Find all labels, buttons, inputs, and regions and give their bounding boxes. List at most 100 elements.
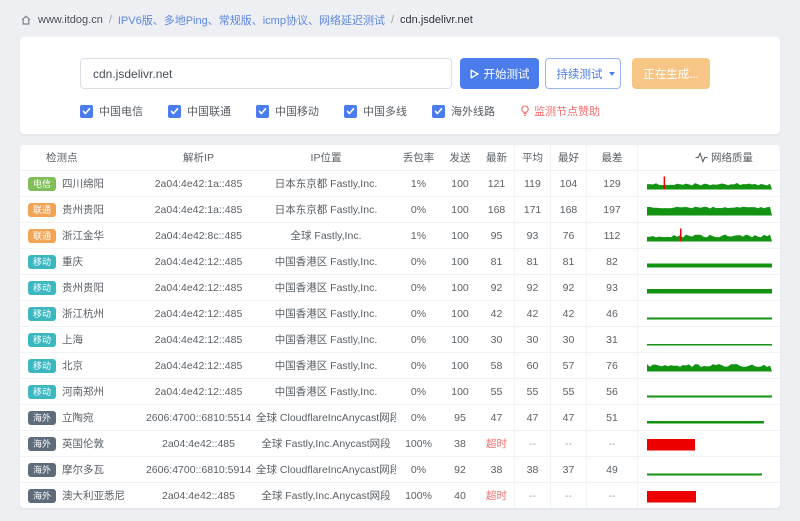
table-header-row: 检测点解析IPIP位置丢包率发送最新平均最好最差网络质量 xyxy=(20,145,780,171)
table-row: 移动贵州贵阳2a04:4e42:12::485中国香港区 Fastly,Inc.… xyxy=(20,275,780,301)
line-checkbox-4[interactable]: 中国多线 xyxy=(344,103,407,119)
probe-node-cell: 海外立陶宛 xyxy=(20,405,141,431)
latest-ms: 92 xyxy=(479,275,515,301)
carrier-badge: 联通 xyxy=(28,229,56,243)
latest-ms: 55 xyxy=(479,379,515,405)
line-checkbox-5[interactable]: 海外线路 xyxy=(432,103,495,119)
results-table: 检测点解析IPIP位置丢包率发送最新平均最好最差网络质量 电信四川绵阳2a04:… xyxy=(20,145,780,508)
breadcrumb-category-link[interactable]: IPV6版、多地Ping、常规版、icmp协议、网络延迟测试 xyxy=(118,12,385,28)
network-quality-cell xyxy=(638,379,781,405)
ip-location: 日本东京都 Fastly,Inc. xyxy=(256,197,396,223)
worst-ms: 93 xyxy=(587,275,638,301)
best-ms: 76 xyxy=(551,223,587,249)
sent-count: 40 xyxy=(441,483,479,509)
column-header-8: 最差 xyxy=(587,145,638,171)
table-row: 海外英国伦敦2a04:4e42::485全球 Fastly,Inc.Anycas… xyxy=(20,431,780,457)
pulse-icon xyxy=(695,152,708,163)
network-quality-sparkline xyxy=(646,383,772,403)
ip-location: 日本东京都 Fastly,Inc. xyxy=(256,171,396,197)
packet-loss: 100% xyxy=(396,483,441,509)
worst-ms: 49 xyxy=(587,457,638,483)
latest-ms: 168 xyxy=(479,197,515,223)
avg-ms: 92 xyxy=(515,275,551,301)
ip-location: 全球 Fastly,Inc.Anycast网段 xyxy=(256,483,396,509)
line-checkbox-2[interactable]: 中国联通 xyxy=(168,103,231,119)
network-quality-sparkline xyxy=(646,435,772,455)
best-ms: 42 xyxy=(551,301,587,327)
test-form-row: 开始测试 持续测试 正在生成... xyxy=(80,58,722,89)
carrier-badge: 海外 xyxy=(28,489,56,503)
sent-count: 92 xyxy=(441,457,479,483)
ip-location: 全球 Fastly,Inc. xyxy=(256,223,396,249)
sent-count: 100 xyxy=(441,275,479,301)
avg-ms: 55 xyxy=(515,379,551,405)
resolved-ip: 2a04:4e42:1a::485 xyxy=(141,197,256,223)
avg-ms: 93 xyxy=(515,223,551,249)
best-ms: 104 xyxy=(551,171,587,197)
start-test-button[interactable]: 开始测试 xyxy=(460,58,539,89)
probe-node-cell: 移动浙江杭州 xyxy=(20,301,141,327)
avg-ms: 38 xyxy=(515,457,551,483)
packet-loss: 0% xyxy=(396,457,441,483)
packet-loss: 0% xyxy=(396,405,441,431)
sent-count: 100 xyxy=(441,197,479,223)
checkbox-checked-icon xyxy=(344,105,357,118)
avg-ms: -- xyxy=(515,483,551,509)
sent-count: 100 xyxy=(441,249,479,275)
resolved-ip: 2a04:4e42:12::485 xyxy=(141,327,256,353)
network-quality-cell xyxy=(638,483,781,509)
network-quality-sparkline xyxy=(646,279,772,299)
network-quality-sparkline xyxy=(646,409,772,429)
network-quality-cell xyxy=(638,431,781,457)
line-checkbox-1[interactable]: 中国电信 xyxy=(80,103,143,119)
worst-ms: 197 xyxy=(587,197,638,223)
network-quality-cell xyxy=(638,327,781,353)
worst-ms: 112 xyxy=(587,223,638,249)
checkbox-label: 海外线路 xyxy=(451,103,495,119)
table-row: 移动河南郑州2a04:4e42:12::485中国香港区 Fastly,Inc.… xyxy=(20,379,780,405)
bulb-icon xyxy=(520,105,530,117)
network-quality-cell xyxy=(638,223,781,249)
node-location: 贵州贵阳 xyxy=(62,204,104,216)
network-quality-cell xyxy=(638,249,781,275)
probe-node-cell: 海外摩尔多瓦 xyxy=(20,457,141,483)
ip-location: 中国香港区 Fastly,Inc. xyxy=(256,249,396,275)
packet-loss: 0% xyxy=(396,379,441,405)
network-quality-cell xyxy=(638,457,781,483)
node-location: 立陶宛 xyxy=(62,412,94,424)
generating-button[interactable]: 正在生成... xyxy=(632,58,710,89)
checkbox-checked-icon xyxy=(80,105,93,118)
latest-ms: 95 xyxy=(479,223,515,249)
table-row: 联通浙江金华2a04:4e42:8c::485全球 Fastly,Inc.1%1… xyxy=(20,223,780,249)
target-host-input[interactable] xyxy=(80,58,452,89)
resolved-ip: 2a04:4e42::485 xyxy=(141,431,256,457)
line-checkbox-3[interactable]: 中国移动 xyxy=(256,103,319,119)
node-location: 上海 xyxy=(62,334,83,346)
sponsor-link[interactable]: 监测节点赞助 xyxy=(520,103,600,119)
probe-node-cell: 联通浙江金华 xyxy=(20,223,141,249)
network-quality-sparkline xyxy=(646,461,772,481)
node-location: 摩尔多瓦 xyxy=(62,464,104,476)
breadcrumb: www.itdog.cn / IPV6版、多地Ping、常规版、icmp协议、网… xyxy=(20,0,780,31)
breadcrumb-site-link[interactable]: www.itdog.cn xyxy=(38,14,103,26)
ip-location: 中国香港区 Fastly,Inc. xyxy=(256,327,396,353)
table-row: 联通贵州贵阳2a04:4e42:1a::485日本东京都 Fastly,Inc.… xyxy=(20,197,780,223)
resolved-ip: 2a04:4e42:12::485 xyxy=(141,275,256,301)
sent-count: 100 xyxy=(441,171,479,197)
checkbox-checked-icon xyxy=(432,105,445,118)
best-ms: 81 xyxy=(551,249,587,275)
sent-count: 100 xyxy=(441,327,479,353)
table-row: 海外摩尔多瓦2606:4700::6810:5914全球 CloudflareI… xyxy=(20,457,780,483)
continuous-test-button[interactable]: 持续测试 xyxy=(545,58,621,89)
column-header-9: 网络质量 xyxy=(638,145,781,171)
ip-location: 中国香港区 Fastly,Inc. xyxy=(256,379,396,405)
column-header-3: 丢包率 xyxy=(396,145,441,171)
packet-loss: 0% xyxy=(396,249,441,275)
sent-count: 100 xyxy=(441,301,479,327)
node-location: 河南郑州 xyxy=(62,386,104,398)
resolved-ip: 2a04:4e42:1a::485 xyxy=(141,171,256,197)
network-quality-cell xyxy=(638,171,781,197)
sent-count: 100 xyxy=(441,353,479,379)
breadcrumb-separator: / xyxy=(109,14,112,26)
packet-loss: 0% xyxy=(396,197,441,223)
